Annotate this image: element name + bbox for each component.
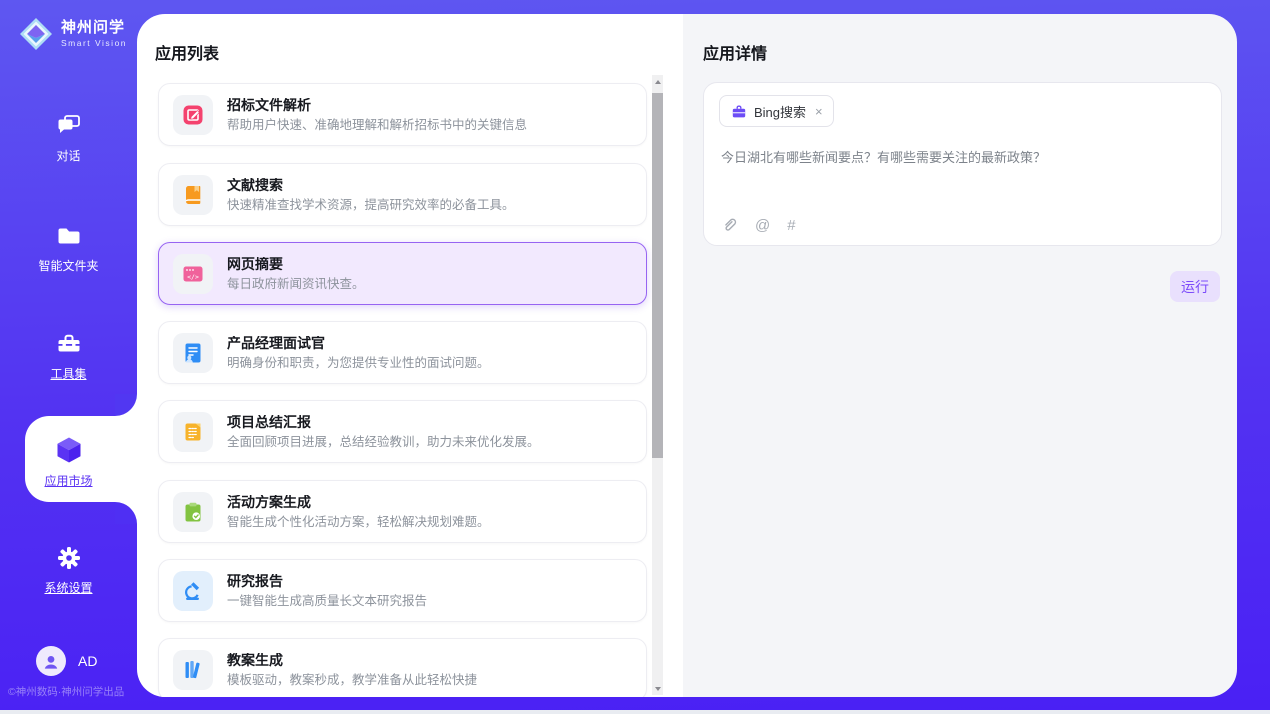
brand-logo: 神州问学 Smart Vision — [18, 16, 127, 52]
sidebar-item-smart-folders[interactable]: 智能文件夹 — [0, 222, 137, 274]
app-card-research-report[interactable]: 研究报告 一键智能生成高质量长文本研究报告 — [158, 559, 647, 622]
app-card-pm-interviewer[interactable]: 产品经理面试官 明确身份和职责，为您提供专业性的面试问题。 — [158, 321, 647, 384]
brand-subtitle: Smart Vision — [61, 39, 127, 48]
app-card-desc: 明确身份和职责，为您提供专业性的面试问题。 — [227, 357, 490, 370]
sidebar-item-app-market[interactable]: 应用市场 — [0, 434, 137, 489]
brand-diamond-icon — [18, 16, 54, 52]
user-name: AD — [78, 653, 97, 669]
web-summary-icon: </> — [173, 254, 213, 294]
app-card-title: 教案生成 — [227, 653, 477, 667]
avatar — [36, 646, 66, 676]
svg-text:</>: </> — [187, 272, 199, 280]
app-detail-title: 应用详情 — [703, 40, 767, 64]
app-card-lesson-plan[interactable]: 教案生成 模板驱动，教案秒成，教学准备从此轻松快捷 — [158, 638, 647, 697]
app-card-desc: 智能生成个性化活动方案，轻松解决规划难题。 — [227, 516, 490, 529]
app-card-title: 活动方案生成 — [227, 495, 490, 509]
app-card-desc: 全面回顾项目进展，总结经验教训，助力未来优化发展。 — [227, 436, 540, 449]
copyright-text: ©神州数码·神州问学出品 — [8, 684, 124, 699]
tool-chip-bing-search[interactable]: Bing搜索 × — [719, 95, 834, 127]
app-card-desc: 帮助用户快速、准确地理解和解析招标书中的关键信息 — [227, 119, 527, 132]
app-window: 神州问学 Smart Vision 对话 智能文件夹 — [0, 0, 1270, 714]
paperclip-icon[interactable] — [721, 216, 738, 234]
scrollbar-up-arrow[interactable] — [652, 75, 663, 88]
tool-chip-label: Bing搜索 — [754, 102, 806, 121]
app-list-panel: 应用列表 招标文件解析 帮助用户快速、准确地理解和解析招标书中的关键信息 — [137, 14, 683, 697]
sidebar: 神州问学 Smart Vision 对话 智能文件夹 — [0, 0, 137, 710]
app-card-title: 网页摘要 — [227, 257, 365, 271]
person-icon — [42, 653, 60, 670]
content-panel: 应用列表 招标文件解析 帮助用户快速、准确地理解和解析招标书中的关键信息 — [137, 14, 1237, 697]
briefcase-icon — [731, 104, 747, 119]
hashtag-icon[interactable]: # — [787, 218, 795, 233]
app-card-literature-search[interactable]: 文献搜索 快速精准查找学术资源，提高研究效率的必备工具。 — [158, 163, 647, 226]
prompt-composer-card: Bing搜索 × 今日湖北有哪些新闻要点？有哪些需要关注的最新政策？ @ # — [703, 82, 1222, 246]
app-list-title: 应用列表 — [155, 40, 219, 64]
bid-document-parse-icon — [173, 95, 213, 135]
scrollbar-thumb[interactable] — [652, 93, 663, 458]
app-card-title: 文献搜索 — [227, 178, 515, 192]
lesson-plan-icon — [173, 650, 213, 690]
research-report-icon — [173, 571, 213, 611]
literature-search-icon — [173, 175, 213, 215]
sidebar-item-system-settings[interactable]: 系统设置 — [0, 544, 137, 596]
app-detail-panel: 应用详情 Bing搜索 × 今日湖北有哪些新闻要点？有哪些需要关注的最新政策？ — [683, 14, 1237, 697]
app-card-title: 项目总结汇报 — [227, 415, 540, 429]
gear-icon — [55, 544, 83, 572]
app-card-event-plan[interactable]: 活动方案生成 智能生成个性化活动方案，轻松解决规划难题。 — [158, 480, 647, 543]
sidebar-item-label: 应用市场 — [0, 472, 137, 489]
list-scrollbar[interactable] — [652, 75, 663, 695]
sidebar-item-toolset[interactable]: 工具集 — [0, 330, 137, 382]
sidebar-item-label: 系统设置 — [0, 579, 137, 596]
app-card-desc: 快速精准查找学术资源，提高研究效率的必备工具。 — [227, 199, 515, 212]
app-card-title: 招标文件解析 — [227, 98, 527, 112]
app-card-web-summary[interactable]: </> 网页摘要 每日政府新闻资讯快查。 — [158, 242, 647, 305]
user-account[interactable]: AD — [36, 646, 97, 676]
app-card-desc: 每日政府新闻资讯快查。 — [227, 278, 365, 291]
app-card-title: 研究报告 — [227, 574, 427, 588]
toolbox-icon — [55, 330, 83, 358]
composer-toolbar: @ # — [721, 216, 796, 234]
sidebar-item-label: 对话 — [0, 147, 137, 164]
sidebar-item-chat[interactable]: 对话 — [0, 112, 137, 164]
run-button[interactable]: 运行 — [1170, 271, 1220, 302]
sidebar-item-label: 智能文件夹 — [0, 257, 137, 274]
app-card-title: 产品经理面试官 — [227, 336, 490, 350]
mention-icon[interactable]: @ — [755, 218, 770, 233]
event-plan-icon — [173, 492, 213, 532]
chip-close-icon[interactable]: × — [815, 104, 823, 119]
folder-icon — [55, 222, 83, 250]
brand-name: 神州问学 — [61, 20, 127, 37]
app-card-desc: 一键智能生成高质量长文本研究报告 — [227, 595, 427, 608]
pm-interviewer-icon — [173, 333, 213, 373]
cube-icon — [54, 434, 84, 465]
app-card-project-summary[interactable]: 项目总结汇报 全面回顾项目进展，总结经验教训，助力未来优化发展。 — [158, 400, 647, 463]
prompt-input[interactable]: 今日湖北有哪些新闻要点？有哪些需要关注的最新政策？ — [721, 149, 1201, 168]
chat-icon — [55, 112, 83, 140]
app-card-bid-document-parse[interactable]: 招标文件解析 帮助用户快速、准确地理解和解析招标书中的关键信息 — [158, 83, 647, 146]
scrollbar-down-arrow[interactable] — [652, 682, 663, 695]
app-card-desc: 模板驱动，教案秒成，教学准备从此轻松快捷 — [227, 674, 477, 687]
project-summary-icon — [173, 412, 213, 452]
sidebar-item-label: 工具集 — [0, 365, 137, 382]
